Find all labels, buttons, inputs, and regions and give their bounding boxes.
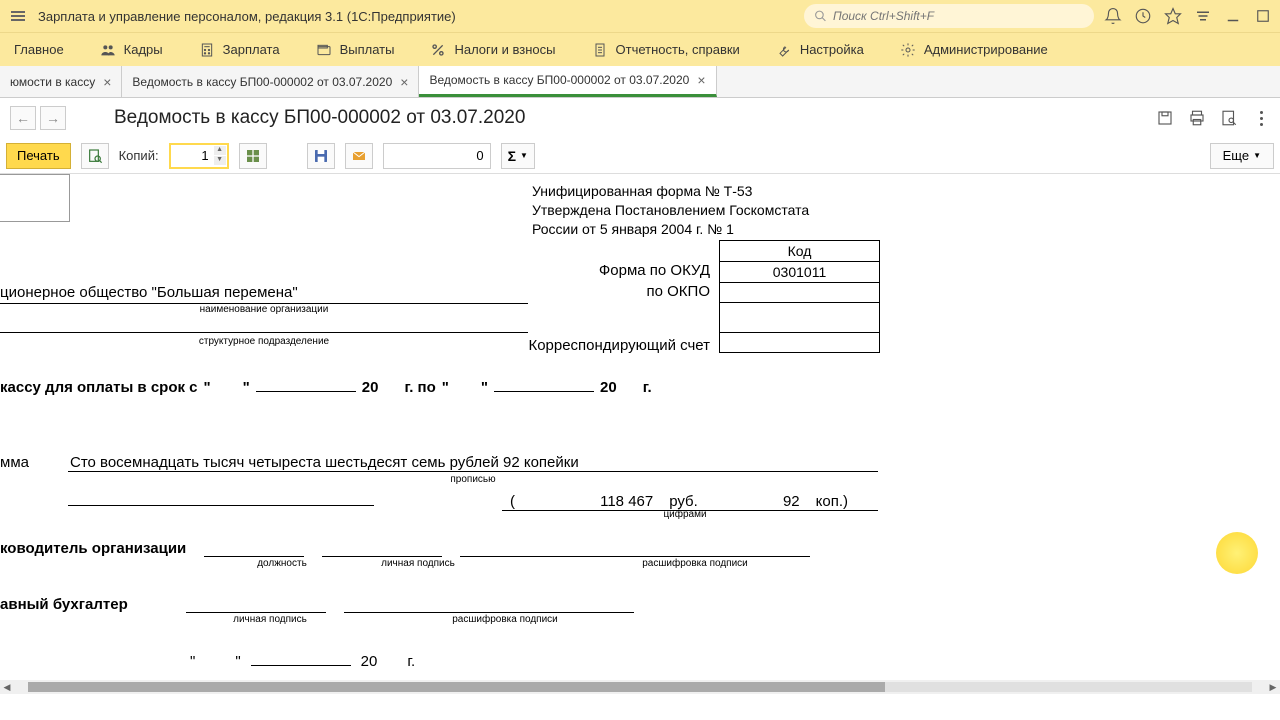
- more-button[interactable]: Еще ▼: [1210, 143, 1274, 169]
- nav-arrows: ← →: [10, 106, 66, 130]
- close-icon[interactable]: ×: [400, 74, 408, 90]
- header-row: ← → Ведомость в кассу БП00-000002 от 03.…: [0, 98, 1280, 138]
- close-icon[interactable]: ×: [697, 72, 705, 88]
- tabsbar: юмости в кассу × Ведомость в кассу БП00-…: [0, 66, 1280, 98]
- document-content: Унифицированная форма № Т-53 Утверждена …: [0, 174, 1280, 694]
- tab-label: Ведомость в кассу БП00-000002 от 03.07.2…: [132, 75, 392, 89]
- scroll-track[interactable]: [28, 682, 1252, 692]
- layout-button[interactable]: [239, 143, 267, 169]
- spinner-up[interactable]: ▲: [214, 146, 226, 155]
- page-title: Ведомость в кассу БП00-000002 от 03.07.2…: [114, 107, 525, 129]
- tab-2[interactable]: Ведомость в кассу БП00-000002 от 03.07.2…: [419, 66, 716, 97]
- titlebar: Зарплата и управление персоналом, редакц…: [0, 0, 1280, 32]
- cursor-highlight: [1216, 532, 1258, 574]
- sum-digits-row: ( 118 467руб. 92коп.): [68, 490, 878, 511]
- sigma-button[interactable]: Σ ▼: [501, 143, 535, 169]
- chevron-down-icon: ▼: [1253, 151, 1261, 160]
- codes-okpo: [720, 283, 880, 303]
- nav-admin[interactable]: Администрирование: [894, 38, 1054, 62]
- copies-label: Копий:: [119, 148, 159, 163]
- codes-acc: [720, 333, 880, 353]
- print-button[interactable]: Печать: [6, 143, 71, 169]
- sigma-icon: Σ: [508, 148, 516, 164]
- wrench-icon: [776, 42, 792, 58]
- printer-icon[interactable]: [1188, 109, 1206, 127]
- nav-hr[interactable]: Кадры: [94, 38, 169, 62]
- nav-main[interactable]: Главное: [8, 38, 70, 61]
- page-zoom-icon: [87, 148, 103, 164]
- people-icon: [100, 42, 116, 58]
- tab-0[interactable]: юмости в кассу ×: [0, 66, 122, 97]
- search-input[interactable]: [833, 9, 1084, 23]
- num-input[interactable]: [383, 143, 491, 169]
- chevron-down-icon: ▼: [520, 151, 528, 160]
- floppy-icon: [313, 148, 329, 164]
- sum-words-sub: прописью: [68, 474, 878, 485]
- nav-settings[interactable]: Настройка: [770, 38, 870, 62]
- percent-icon: [430, 42, 446, 58]
- window-title: Зарплата и управление персоналом, редакц…: [38, 9, 804, 24]
- nav-payroll[interactable]: Зарплата: [193, 38, 286, 62]
- horizontal-scrollbar[interactable]: ◀ ▶: [0, 680, 1280, 694]
- tab-label: юмости в кассу: [10, 75, 95, 89]
- codes-table: Код 0301011: [719, 240, 880, 353]
- codes-blank: [720, 303, 880, 333]
- nav-reports[interactable]: Отчетность, справки: [586, 38, 746, 62]
- bell-icon[interactable]: [1104, 7, 1122, 25]
- nav-payments[interactable]: Выплаты: [310, 38, 401, 62]
- header-actions: [1156, 109, 1270, 127]
- mail-button[interactable]: [345, 143, 373, 169]
- scroll-right-icon[interactable]: ▶: [1266, 680, 1280, 694]
- acc-label: Корреспондирующий счет: [500, 337, 710, 354]
- search-box[interactable]: [804, 4, 1094, 28]
- org-sub: наименование организации: [0, 304, 528, 315]
- scroll-left-icon[interactable]: ◀: [0, 680, 14, 694]
- search-page-icon[interactable]: [1220, 109, 1238, 127]
- tab-1[interactable]: Ведомость в кассу БП00-000002 от 03.07.2…: [122, 66, 419, 97]
- document-icon: [592, 42, 608, 58]
- forward-button[interactable]: →: [40, 106, 66, 130]
- struct-sub: структурное подразделение: [0, 336, 528, 347]
- tab-label: Ведомость в кассу БП00-000002 от 03.07.2…: [429, 73, 689, 87]
- copies-wrap: ▲▼: [169, 143, 229, 169]
- more-vertical-icon[interactable]: [1252, 109, 1270, 127]
- form-header: Унифицированная форма № Т-53 Утверждена …: [532, 182, 1280, 239]
- manager-sig: ководитель организации: [0, 540, 810, 557]
- codes-okud: 0301011: [720, 262, 880, 283]
- scroll-thumb[interactable]: [28, 682, 885, 692]
- margin-box: [0, 174, 70, 222]
- wallet-icon: [316, 42, 332, 58]
- grid-icon: [245, 148, 261, 164]
- settings-lines-icon[interactable]: [1194, 7, 1212, 25]
- sum-digits-sub: цифрами: [500, 509, 870, 520]
- okud-label: Форма по ОКУД: [580, 262, 710, 279]
- spinner-down[interactable]: ▼: [214, 156, 226, 165]
- search-icon: [814, 9, 827, 23]
- close-icon[interactable]: ×: [103, 74, 111, 90]
- navbar: Главное Кадры Зарплата Выплаты Налоги и …: [0, 32, 1280, 66]
- preview-button[interactable]: [81, 143, 109, 169]
- mail-icon: [351, 148, 367, 164]
- codes-head: Код: [720, 241, 880, 262]
- maximize-icon[interactable]: [1254, 7, 1272, 25]
- accountant-sig: авный бухгалтер: [0, 596, 634, 613]
- title-icons: [1104, 7, 1272, 25]
- minimize-icon[interactable]: [1224, 7, 1242, 25]
- save-icon[interactable]: [1156, 109, 1174, 127]
- star-icon[interactable]: [1164, 7, 1182, 25]
- calculator-icon: [199, 42, 215, 58]
- history-icon[interactable]: [1134, 7, 1152, 25]
- sum-words-row: мма Сто восемнадцать тысяч четыреста шес…: [0, 454, 878, 472]
- org-name: ционерное общество "Большая перемена": [0, 284, 528, 304]
- toolbar: Печать Копий: ▲▼ Σ ▼ Еще ▼: [0, 138, 1280, 174]
- date-line: "" 20 г.: [190, 650, 415, 670]
- disk-button[interactable]: [307, 143, 335, 169]
- gear-icon: [900, 42, 916, 58]
- okpo-label: по ОКПО: [580, 283, 710, 300]
- nav-taxes[interactable]: Налоги и взносы: [424, 38, 561, 62]
- period-line: кассу для оплаты в срок с "" 20 г. по ""…: [0, 376, 652, 396]
- back-button[interactable]: ←: [10, 106, 36, 130]
- hamburger-icon[interactable]: [8, 6, 28, 26]
- struct-line: [0, 332, 528, 333]
